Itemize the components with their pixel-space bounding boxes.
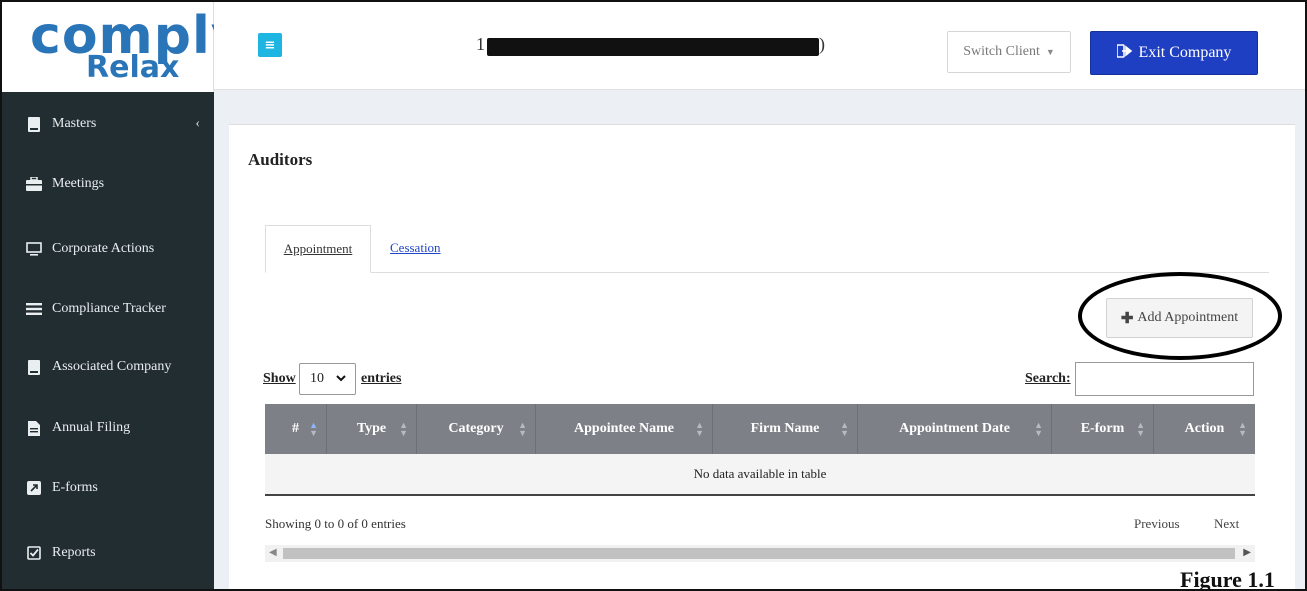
external-link-icon — [26, 480, 42, 496]
sidebar-item-label: Masters — [52, 116, 97, 131]
sort-icon: ▲ ▼ — [309, 420, 318, 438]
tab-appointment[interactable]: Appointment — [265, 225, 371, 273]
entries-label: entries — [361, 371, 402, 386]
entries-value: 10 — [310, 371, 324, 386]
horizontal-scrollbar[interactable]: ◀ ▶ — [265, 545, 1255, 562]
book-icon — [26, 116, 42, 132]
sidebar-item-associated-company[interactable]: Associated Company — [2, 347, 214, 387]
logo-subtext: Relax — [86, 50, 180, 85]
figure-caption: Figure 1.1 — [1180, 567, 1275, 591]
sort-icon: ▲ ▼ — [518, 420, 527, 438]
sidebar-item-reports[interactable]: Reports — [2, 533, 214, 573]
sign-out-icon — [1115, 43, 1133, 63]
sidebar-item-label: Corporate Actions — [52, 241, 155, 256]
caret-down-icon: ▼ — [1045, 47, 1055, 57]
file-icon — [26, 420, 42, 436]
sidebar-item-label: Meetings — [52, 176, 105, 191]
sidebar-item-corporate-actions[interactable]: Corporate Actions — [2, 229, 214, 269]
sort-icon: ▲ ▼ — [399, 420, 408, 438]
table-info: Showing 0 to 0 of 0 entries — [265, 516, 406, 531]
company-name-prefix: 1 — [476, 34, 485, 54]
chevron-down-icon — [336, 371, 346, 387]
list-icon — [26, 301, 42, 317]
search-label: Search: — [1025, 371, 1071, 386]
exit-company-button[interactable]: Exit Company — [1090, 31, 1258, 75]
sidebar-item-label: Annual Filing — [52, 420, 131, 435]
switch-client-label: Switch Client — [963, 44, 1040, 59]
search-input[interactable] — [1075, 362, 1254, 396]
sidebar-item-e-forms[interactable]: E-forms — [2, 468, 214, 508]
column-header-appointee-name[interactable]: Appointee Name ▲ ▼ — [536, 404, 713, 454]
column-header-e-form[interactable]: E-form ▲ ▼ — [1052, 404, 1154, 454]
top-navbar: ≡ 1 ) Switch Client ▼ Exit Company — [214, 2, 1305, 90]
sidebar-item-label: Compliance Tracker — [52, 301, 166, 316]
plus-icon: ✚ — [1120, 310, 1134, 327]
sidebar-item-label: Reports — [52, 545, 96, 560]
sidebar: Masters ‹ Meetings Corporate Actions Com… — [2, 92, 214, 589]
auditors-table: # ▲ ▼ Type ▲ ▼ Category ▲ ▼ Appointee Name … — [265, 404, 1255, 496]
column-header-number[interactable]: # ▲ ▼ — [265, 404, 327, 454]
company-name-suffix: ) — [819, 34, 825, 54]
scroll-right-icon[interactable]: ▶ — [1243, 547, 1251, 558]
tabs-divider — [265, 272, 1269, 273]
switch-client-dropdown[interactable]: Switch Client ▼ — [947, 31, 1071, 73]
logo[interactable]: comply Relax — [2, 2, 245, 92]
pagination-previous[interactable]: Previous — [1134, 516, 1180, 532]
sidebar-item-compliance-tracker[interactable]: Compliance Tracker — [2, 289, 214, 329]
sort-icon: ▲ ▼ — [695, 420, 704, 438]
pagination-next[interactable]: Next — [1214, 516, 1239, 532]
sort-icon: ▲ ▼ — [1136, 420, 1145, 438]
exit-company-label: Exit Company — [1138, 44, 1232, 61]
chevron-left-icon: ‹ — [195, 116, 200, 131]
add-appointment-button[interactable]: ✚ Add Appointment — [1106, 298, 1253, 338]
monitor-icon — [26, 241, 42, 257]
page-title: Auditors — [248, 150, 313, 169]
add-appointment-label: Add Appointment — [1137, 310, 1239, 325]
entries-per-page-select[interactable]: 10 — [299, 363, 356, 395]
book-icon — [26, 359, 42, 375]
sidebar-item-annual-filing[interactable]: Annual Filing — [2, 408, 214, 448]
sidebar-item-label: E-forms — [52, 480, 98, 495]
column-header-firm-name[interactable]: Firm Name ▲ ▼ — [713, 404, 858, 454]
show-label: Show — [263, 371, 296, 386]
table-empty-row: No data available in table — [265, 454, 1255, 496]
scroll-left-icon[interactable]: ◀ — [269, 547, 277, 558]
briefcase-icon — [26, 176, 42, 192]
sidebar-item-masters[interactable]: Masters ‹ — [2, 104, 214, 144]
sort-icon: ▲ ▼ — [1034, 420, 1043, 438]
menu-toggle-button[interactable]: ≡ — [258, 33, 282, 57]
redaction-bar — [487, 38, 819, 56]
tab-cessation[interactable]: Cessation — [390, 240, 441, 256]
scrollbar-thumb[interactable] — [283, 548, 1235, 559]
column-header-type[interactable]: Type ▲ ▼ — [327, 404, 417, 454]
sort-icon: ▲ ▼ — [840, 420, 849, 438]
column-header-action[interactable]: Action ▲ ▼ — [1154, 404, 1255, 454]
check-square-icon — [26, 545, 42, 561]
sort-icon: ▲ ▼ — [1238, 420, 1247, 438]
sidebar-item-label: Associated Company — [52, 359, 172, 374]
sidebar-item-meetings[interactable]: Meetings — [2, 164, 214, 204]
table-header: # ▲ ▼ Type ▲ ▼ Category ▲ ▼ Appointee Name … — [265, 404, 1255, 454]
column-header-category[interactable]: Category ▲ ▼ — [417, 404, 536, 454]
column-header-appointment-date[interactable]: Appointment Date ▲ ▼ — [858, 404, 1052, 454]
